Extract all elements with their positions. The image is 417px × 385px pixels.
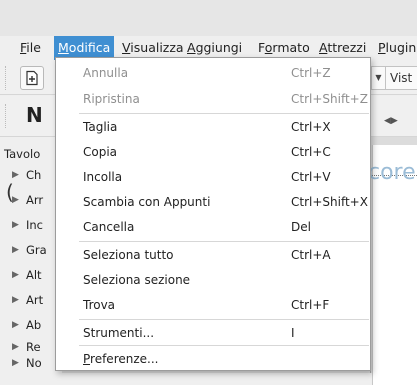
window-title-strip — [0, 0, 417, 36]
sidebar-item[interactable]: Arr — [26, 193, 43, 207]
menu-item-undo[interactable]: Annulla Ctrl+Z — [56, 60, 370, 86]
menu-item-preferences[interactable]: Preferenze... — [56, 346, 370, 372]
menu-item-swap-clipboard[interactable]: Scambia con Appunti Ctrl+Shift+X — [56, 189, 370, 215]
new-document-button[interactable] — [20, 66, 44, 90]
expand-arrow-icon[interactable]: ▶ — [12, 358, 19, 368]
menu-item-shortcut: I — [291, 326, 295, 340]
expand-arrow-icon[interactable]: ▶ — [12, 195, 19, 205]
menu-item-cut[interactable]: Taglia Ctrl+X — [56, 114, 370, 140]
expand-arrow-icon[interactable]: ▶ — [12, 295, 19, 305]
expand-arrow-icon[interactable]: ▶ — [12, 220, 19, 230]
menu-item-label: Taglia — [83, 120, 118, 134]
sidebar-item[interactable]: Gra — [26, 243, 47, 257]
menu-item-label: Seleziona tutto — [83, 248, 174, 262]
expand-arrow-icon[interactable]: ▶ — [12, 320, 19, 330]
menu-item-label: Seleziona sezione — [83, 273, 191, 287]
menu-item-paste[interactable]: Incolla Ctrl+V — [56, 164, 370, 190]
style-icon[interactable]: N — [26, 103, 43, 127]
menu-item-shortcut: Ctrl+Shift+X — [291, 195, 368, 209]
sidebar-item[interactable]: Art — [26, 293, 43, 307]
menu-item-label: Preferenze... — [83, 352, 159, 366]
menu-item-label: Strumenti... — [83, 326, 155, 340]
sidebar-title: Tavolo — [4, 147, 41, 161]
menu-item-label: Copia — [83, 145, 118, 159]
sidebar-item[interactable]: Ab — [26, 318, 41, 332]
menu-item-label: Ripristina — [83, 92, 140, 106]
menu-item-copy[interactable]: Copia Ctrl+C — [56, 139, 370, 165]
sidebar-item[interactable]: Ch — [26, 168, 41, 182]
menu-item-label: Cancella — [83, 220, 135, 234]
menu-item-find[interactable]: Trova Ctrl+F — [56, 292, 370, 318]
navigation-icon[interactable]: ◀▶ — [384, 116, 398, 126]
expand-arrow-icon[interactable]: ▶ — [12, 270, 19, 280]
menu-item-shortcut: Del — [291, 220, 311, 234]
edit-menu-dropdown: Annulla Ctrl+Z Ripristina Ctrl+Shift+Z T… — [55, 57, 371, 371]
menu-item-select-all[interactable]: Seleziona tutto Ctrl+A — [56, 242, 370, 268]
menu-item-shortcut: Ctrl+X — [291, 120, 331, 134]
sidebar-item[interactable]: No — [26, 356, 42, 370]
menu-item-delete[interactable]: Cancella Del — [56, 214, 370, 240]
menu-item-label: Scambia con Appunti — [83, 195, 211, 209]
expand-arrow-icon[interactable]: ▶ — [12, 342, 19, 352]
menu-item-select-section[interactable]: Seleziona sezione — [56, 267, 370, 293]
menu-item-label: Incolla — [83, 170, 123, 184]
chevron-down-icon[interactable]: ▼ — [371, 66, 385, 90]
menu-item-shortcut: Ctrl+V — [291, 170, 331, 184]
menu-item-label: Trova — [83, 298, 116, 312]
menu-item-shortcut: Ctrl+A — [291, 248, 331, 262]
toolbar-grip-2[interactable] — [5, 104, 12, 128]
menu-item-shortcut: Ctrl+F — [291, 298, 330, 312]
menu-item-shortcut: Ctrl+Shift+Z — [291, 92, 368, 106]
menu-file[interactable]: File — [16, 36, 45, 60]
new-document-icon — [26, 70, 38, 86]
menu-plugin[interactable]: Plugin — [374, 36, 417, 60]
expand-arrow-icon[interactable]: ▶ — [12, 245, 19, 255]
toolbar-grip[interactable] — [5, 66, 12, 90]
menu-item-label: Annulla — [83, 66, 129, 80]
expand-arrow-icon[interactable]: ▶ — [12, 170, 19, 180]
sidebar-item[interactable]: Alt — [26, 268, 42, 282]
menu-item-shortcut: Ctrl+Z — [291, 66, 331, 80]
menu-item-redo[interactable]: Ripristina Ctrl+Shift+Z — [56, 86, 370, 112]
document-text[interactable]: core — [368, 160, 416, 185]
sidebar-item[interactable]: Re — [26, 340, 41, 354]
menu-item-shortcut: Ctrl+C — [291, 145, 331, 159]
menu-item-tools[interactable]: Strumenti... I — [56, 320, 370, 346]
sidebar-item[interactable]: Inc — [26, 218, 43, 232]
view-button[interactable]: Vist — [385, 66, 417, 90]
